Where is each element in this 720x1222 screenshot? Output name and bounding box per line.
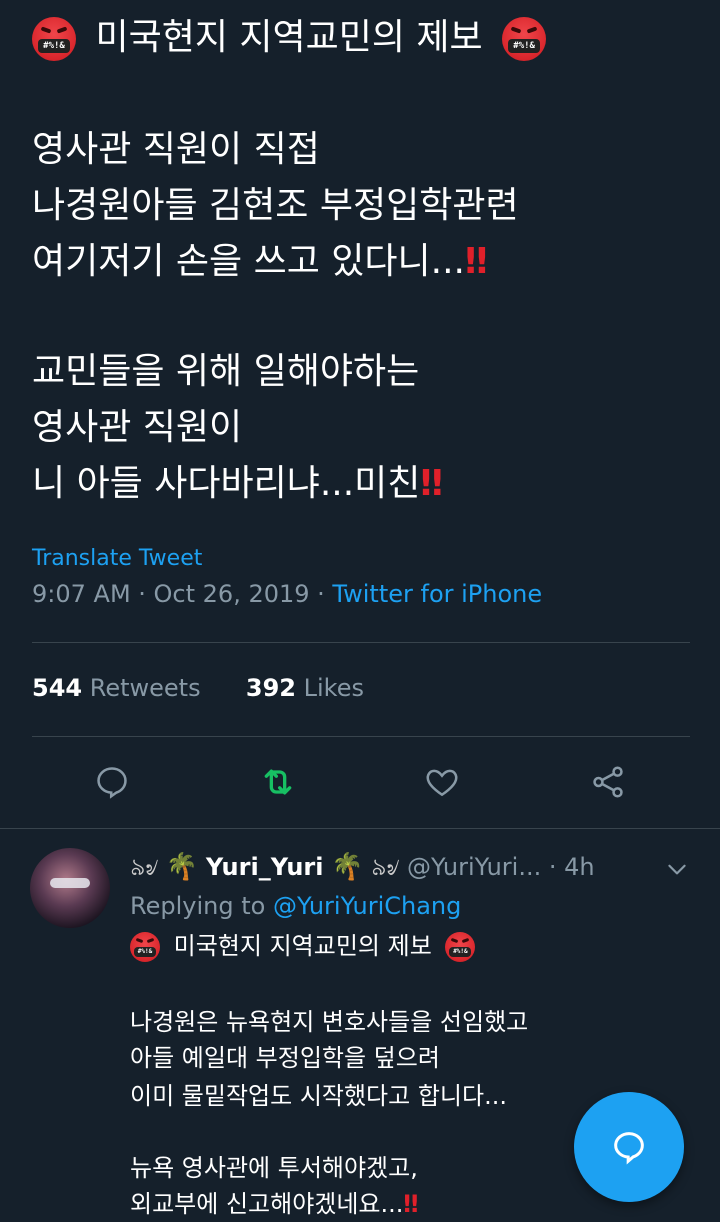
share-icon [593, 766, 623, 798]
likes-stat[interactable]: 392 Likes [246, 674, 364, 702]
tweet-text-line: 교민들을 위해 일해야하는 [32, 351, 420, 392]
compose-reply-fab[interactable] [574, 1092, 684, 1202]
decorative-swirl-icon: ৯৶ [371, 853, 400, 881]
separator-dot: · [541, 853, 565, 881]
angry-face-emoji-icon: #%!& [130, 932, 160, 962]
divider [32, 736, 690, 737]
reply-handle[interactable]: @YuriYuri... [407, 853, 541, 881]
tweet-source-link[interactable]: Twitter for iPhone [332, 580, 542, 608]
chevron-down-icon [668, 864, 686, 875]
reply-title: 미국현지 지역교민의 제보 [173, 932, 432, 960]
angry-face-emoji-icon: #%!& [502, 17, 547, 61]
reply-text-line: 이미 물밑작업도 시작했다고 합니다... [130, 1082, 507, 1110]
divider [32, 642, 690, 643]
reply-header: ৯৶ 🌴 Yuri_Yuri 🌴 ৯৶ @YuriYuri... · 4h [130, 848, 595, 886]
double-exclamation-icon: ‼ [464, 241, 488, 282]
palm-tree-icon: 🌴 [331, 852, 364, 882]
tweet-text-line-6: 니 아들 사다바리냐...미친‼ [32, 462, 443, 506]
replying-to: Replying to @YuriYuriChang [130, 892, 461, 920]
tweet-text-line: 나경원아들 김현조 부정입학관련 [32, 185, 519, 226]
reply-bubble-icon [614, 1132, 644, 1165]
tweet-text: 니 아들 사다바리냐...미친 [32, 463, 421, 504]
translate-tweet-link[interactable]: Translate Tweet [32, 546, 202, 571]
reply-text-line: 뉴욕 영사관에 투서해야겠고, [130, 1154, 418, 1182]
double-exclamation-icon: ‼ [420, 463, 443, 504]
reply-title-row: #%!& 미국현지 지역교민의 제보 #%!& [130, 930, 476, 962]
retweet-button[interactable] [258, 762, 298, 802]
reply-display-name[interactable]: Yuri_Yuri [206, 853, 324, 881]
reply-text-line-5: 외교부에 신고해야겠네요...‼ [130, 1188, 418, 1220]
section-divider [0, 828, 720, 829]
reply-text: 외교부에 신고해야겠네요... [130, 1190, 404, 1218]
tweet-stats: 544 Retweets 392 Likes [32, 674, 364, 702]
reply-text-line: 아들 예일대 부정입학을 덮으려 [130, 1044, 440, 1072]
palm-tree-icon: 🌴 [165, 852, 199, 882]
reply-icon [97, 767, 127, 799]
replying-to-mention[interactable]: @YuriYuriChang [273, 892, 461, 920]
double-exclamation-icon: ‼ [403, 1190, 418, 1218]
heart-icon [426, 769, 458, 797]
tweet-title-row: #%!& 미국현지 지역교민의 제보 #%!& [32, 16, 547, 61]
tweet-text-line: 영사관 직원이 직접 [32, 129, 320, 170]
retweets-stat[interactable]: 544 Retweets [32, 674, 201, 702]
decorative-swirl-icon: ৯৶ [130, 853, 159, 881]
reply-age: 4h [564, 853, 595, 881]
avatar[interactable] [30, 848, 110, 928]
tweet-title: 미국현지 지역교민의 제보 [95, 17, 483, 58]
tweet-text-line: 영사관 직원이 [32, 407, 243, 448]
angry-face-emoji-icon: #%!& [445, 932, 476, 962]
tweet-time: 9:07 AM · Oct 26, 2019 · [32, 580, 333, 608]
reply-text-line: 나경원은 뉴욕현지 변호사들을 선임했고 [130, 1008, 529, 1036]
tweet-text-line-3: 여기저기 손을 쓰고 있다니...‼ [32, 240, 488, 284]
retweet-icon [264, 769, 292, 795]
tweet-timestamp: 9:07 AM · Oct 26, 2019 · Twitter for iPh… [32, 580, 542, 608]
share-button[interactable] [588, 762, 628, 802]
more-options-button[interactable] [664, 856, 690, 886]
reply-button[interactable] [92, 762, 132, 802]
tweet-text: 여기저기 손을 쓰고 있다니... [32, 241, 465, 282]
replying-label: Replying to [130, 892, 273, 920]
like-button[interactable] [422, 762, 462, 802]
angry-face-emoji-icon: #%!& [32, 17, 76, 61]
